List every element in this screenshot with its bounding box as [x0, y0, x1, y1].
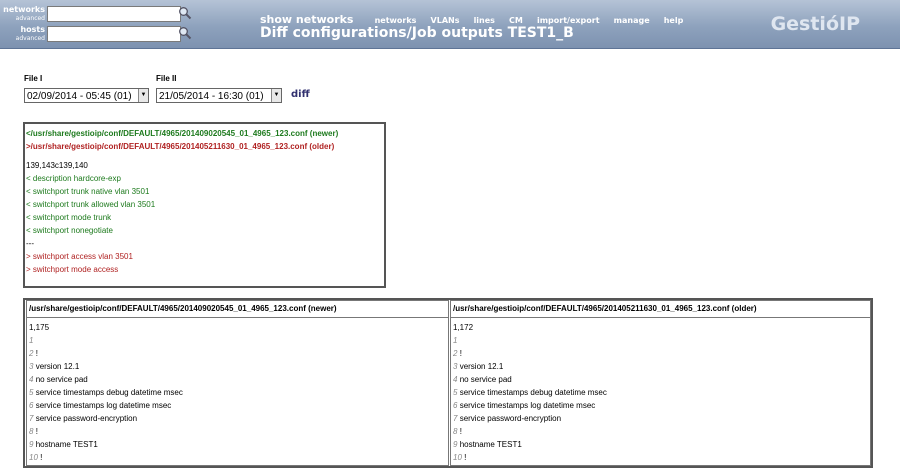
left-file-header: /usr/share/gestioip/conf/DEFAULT/4965/20… — [27, 301, 448, 318]
diff-removed-line: < switchport mode trunk — [26, 213, 112, 222]
hosts-search-row: hosts advanced — [0, 24, 200, 46]
config-line: 6 service timestamps log datetime msec — [29, 401, 172, 410]
menu-import-export[interactable]: import/export — [537, 16, 600, 25]
config-line: 9 hostname TEST1 — [29, 440, 98, 449]
diff-added-line: > switchport access vlan 3501 — [26, 252, 133, 261]
header-bar: networks advanced hosts advanced show ne… — [0, 0, 900, 49]
diff-removed-line: < description hardcore-exp — [26, 174, 121, 183]
chevron-down-icon: ▼ — [271, 89, 281, 102]
gestioip-logo: GestióIP — [770, 13, 860, 35]
config-line: 7 service password-encryption — [453, 414, 562, 423]
networks-search-label: networks advanced — [3, 5, 45, 23]
config-line: 2 ! — [453, 349, 462, 358]
diff-separator: --- — [26, 239, 34, 248]
networks-search-input[interactable] — [47, 6, 181, 22]
chevron-down-icon: ▼ — [138, 89, 148, 102]
config-line: 8 ! — [453, 427, 462, 436]
hosts-search-label: hosts advanced — [16, 25, 45, 43]
config-line: 1 — [453, 336, 458, 345]
menu-networks[interactable]: networks — [375, 16, 417, 25]
diff-removed-line: < switchport trunk native vlan 3501 — [26, 187, 150, 196]
config-line: 2 ! — [29, 349, 38, 358]
hosts-search-input[interactable] — [47, 26, 181, 42]
file1-select[interactable]: 02/09/2014 - 05:45 (01) ▼ — [24, 88, 149, 103]
diff-added-line: > switchport mode access — [26, 265, 119, 274]
config-line: 4 no service pad — [29, 375, 88, 384]
menu-manage[interactable]: manage — [614, 16, 650, 25]
config-line: 4 no service pad — [453, 375, 512, 384]
menu-cm[interactable]: CM — [509, 16, 523, 25]
file2-label: File II — [156, 74, 177, 83]
config-line: 3 version 12.1 — [453, 362, 504, 371]
diff-output: </usr/share/gestioip/conf/DEFAULT/4965/2… — [23, 122, 386, 288]
diff-removed-line: < switchport nonegotiate — [26, 226, 113, 235]
file2-select[interactable]: 21/05/2014 - 16:30 (01) ▼ — [156, 88, 282, 103]
right-file-column: /usr/share/gestioip/conf/DEFAULT/4965/20… — [450, 300, 871, 466]
menu-lines[interactable]: lines — [474, 16, 495, 25]
right-file-header: /usr/share/gestioip/conf/DEFAULT/4965/20… — [451, 301, 870, 318]
networks-search-icon[interactable] — [178, 6, 192, 20]
side-by-side-compare: /usr/share/gestioip/conf/DEFAULT/4965/20… — [23, 298, 873, 468]
config-line: 10 ! — [453, 453, 467, 462]
left-file-column: /usr/share/gestioip/conf/DEFAULT/4965/20… — [26, 300, 449, 466]
config-line: 8 ! — [29, 427, 38, 436]
hosts-advanced-link[interactable]: advanced — [16, 34, 45, 43]
config-line: 5 service timestamps debug datetime msec — [453, 388, 607, 397]
file1-selected-value: 02/09/2014 - 05:45 (01) — [27, 91, 132, 102]
config-line: 1 — [29, 336, 34, 345]
diff-removed-line: < switchport trunk allowed vlan 3501 — [26, 200, 156, 209]
config-line: 7 service password-encryption — [29, 414, 138, 423]
config-line: 9 hostname TEST1 — [453, 440, 522, 449]
config-line: 10 ! — [29, 453, 43, 462]
config-line: 5 service timestamps debug datetime msec — [29, 388, 183, 397]
config-line: 6 service timestamps log datetime msec — [453, 401, 596, 410]
diff-newer-file: </usr/share/gestioip/conf/DEFAULT/4965/2… — [26, 129, 339, 138]
right-file-lines: 1,172 1 2 ! 3 version 12.1 4 no service … — [451, 318, 870, 467]
networks-label: networks — [3, 5, 45, 14]
menu-help[interactable]: help — [664, 16, 684, 25]
networks-search-row: networks advanced — [0, 4, 200, 26]
networks-advanced-link[interactable]: advanced — [3, 14, 45, 23]
left-line-count: 1,175 — [29, 323, 50, 332]
hosts-label: hosts — [20, 25, 45, 34]
menu-vlans[interactable]: VLANs — [431, 16, 460, 25]
config-line: 3 version 12.1 — [29, 362, 80, 371]
right-line-count: 1,172 — [453, 323, 474, 332]
file2-selected-value: 21/05/2014 - 16:30 (01) — [159, 91, 264, 102]
hosts-search-icon[interactable] — [178, 26, 192, 40]
diff-range: 139,143c139,140 — [26, 161, 88, 170]
file1-label: File I — [24, 74, 43, 83]
page-title: Diff configurations/Job outputs TEST1_B — [260, 25, 574, 41]
left-file-lines: 1,175 1 2 ! 3 version 12.1 4 no service … — [27, 318, 448, 467]
diff-button[interactable]: diff — [291, 89, 310, 100]
diff-older-file: >/usr/share/gestioip/conf/DEFAULT/4965/2… — [26, 142, 335, 151]
